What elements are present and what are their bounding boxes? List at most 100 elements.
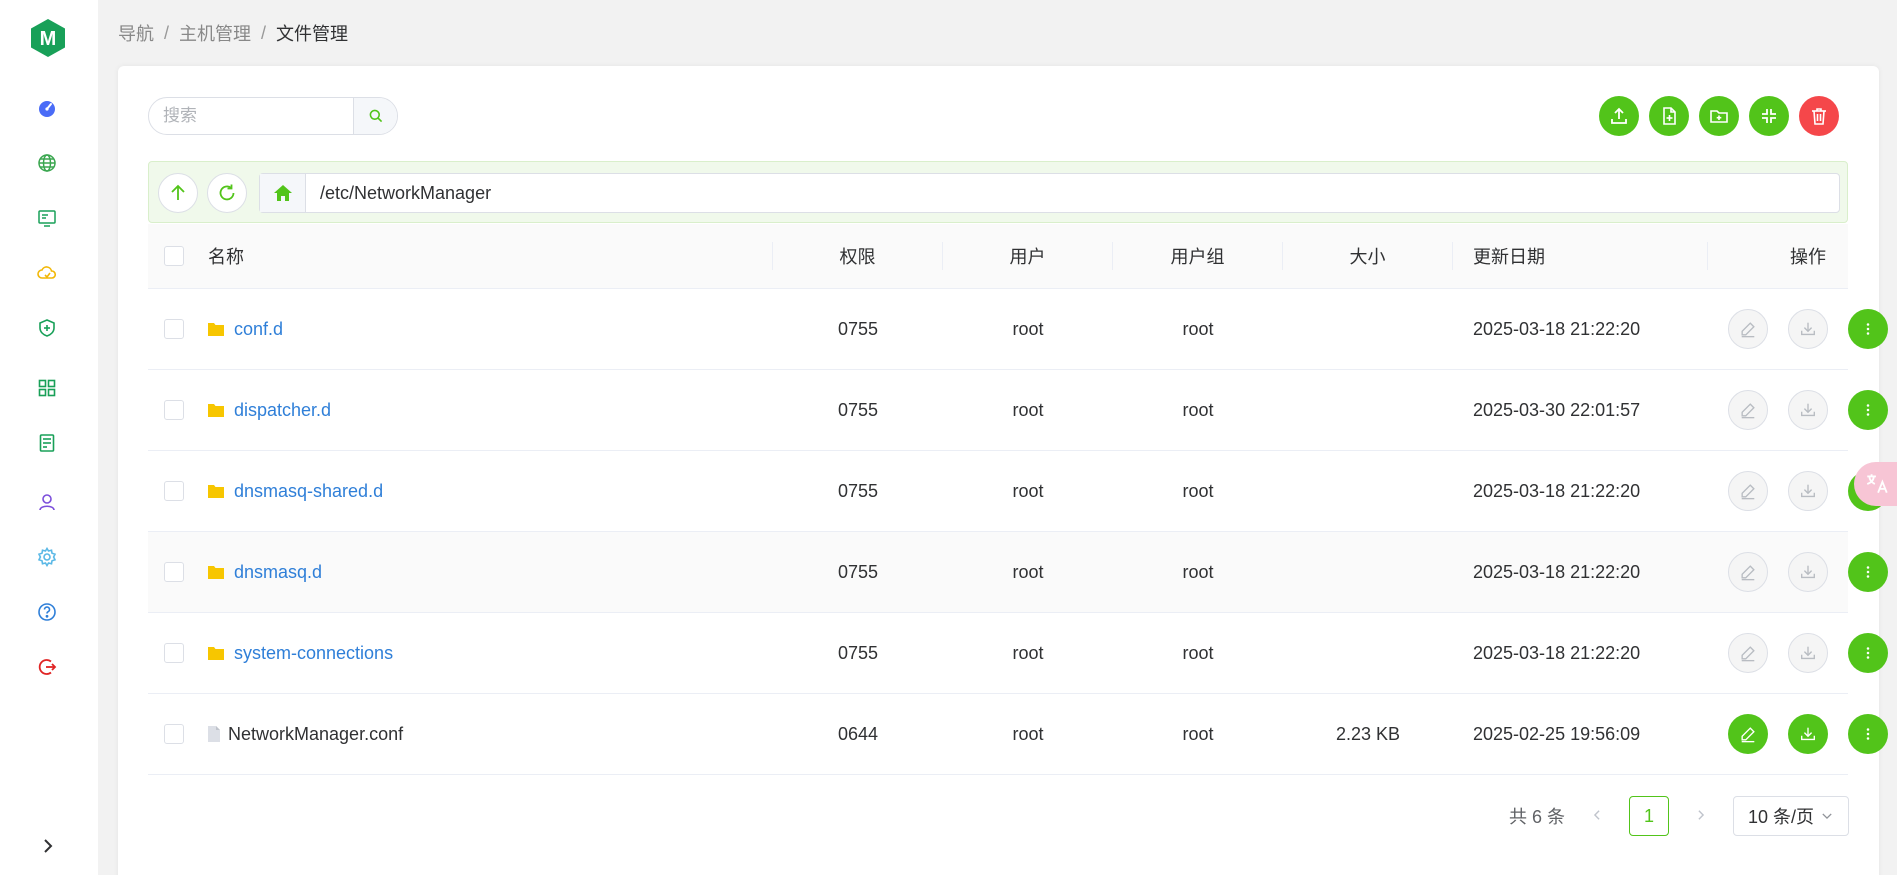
row-checkbox[interactable] <box>164 319 184 339</box>
search-button[interactable] <box>353 98 397 134</box>
search-input[interactable] <box>149 98 353 134</box>
new-folder-button[interactable] <box>1699 96 1739 136</box>
compress-button[interactable] <box>1749 96 1789 136</box>
more-button[interactable] <box>1848 633 1888 673</box>
more-button[interactable] <box>1848 552 1888 592</box>
new-file-icon <box>1663 107 1676 125</box>
home-icon <box>273 185 292 201</box>
breadcrumb-separator: / <box>261 22 267 43</box>
select-all-checkbox[interactable] <box>164 246 184 266</box>
download-button[interactable] <box>1788 309 1828 349</box>
file-manager-card: 名称 权限 用户 用户组 大小 更新日期 操作 conf.d 0755 root… <box>118 66 1888 875</box>
file-name-link[interactable]: conf.d <box>234 319 283 340</box>
file-name-link[interactable]: system-connections <box>234 643 393 664</box>
shield-icon[interactable] <box>36 317 58 339</box>
server-icon[interactable] <box>36 432 58 454</box>
breadcrumb-item-nav[interactable]: 导航 <box>118 20 154 46</box>
download-button[interactable] <box>1788 633 1828 673</box>
cell-date: 2025-03-18 21:22:20 <box>1473 318 1641 339</box>
cell-date: 2025-03-18 21:22:20 <box>1473 642 1641 663</box>
header-date[interactable]: 更新日期 <box>1453 242 1708 270</box>
next-page-button[interactable] <box>1689 806 1713 827</box>
apps-icon[interactable] <box>36 377 58 399</box>
path-input[interactable] <box>306 174 1839 212</box>
header-user[interactable]: 用户 <box>943 242 1113 270</box>
header-name[interactable]: 名称 <box>208 242 773 270</box>
download-button[interactable] <box>1788 714 1828 754</box>
cell-user: root <box>1012 399 1044 420</box>
download-icon <box>1801 403 1815 417</box>
more-button[interactable] <box>1848 309 1888 349</box>
header-group[interactable]: 用户组 <box>1113 242 1283 270</box>
download-icon <box>1801 727 1815 741</box>
cell-perm: 0755 <box>837 642 879 663</box>
delete-button[interactable] <box>1799 96 1839 136</box>
cell-size <box>1283 532 1453 612</box>
more-button[interactable] <box>1848 714 1888 754</box>
table-row: dnsmasq.d 0755 root root 2025-03-18 21:2… <box>148 532 1888 613</box>
edit-button[interactable] <box>1728 309 1768 349</box>
edit-button[interactable] <box>1728 390 1768 430</box>
breadcrumb-item-host[interactable]: 主机管理 <box>179 20 251 46</box>
logout-icon[interactable] <box>36 656 58 678</box>
page-size-select[interactable]: 10 条/页 <box>1733 796 1849 836</box>
row-checkbox[interactable] <box>164 562 184 582</box>
row-checkbox[interactable] <box>164 643 184 663</box>
file-name-link[interactable]: dnsmasq-shared.d <box>234 481 383 502</box>
header-size[interactable]: 大小 <box>1283 242 1453 270</box>
cell-group: root <box>1182 480 1214 501</box>
gear-icon[interactable] <box>36 546 58 568</box>
user-icon[interactable] <box>36 491 58 513</box>
row-checkbox[interactable] <box>164 481 184 501</box>
download-button[interactable] <box>1788 471 1828 511</box>
prev-page-button[interactable] <box>1585 806 1609 827</box>
more-button[interactable] <box>1848 390 1888 430</box>
new-folder-icon <box>1710 110 1728 123</box>
cell-perm: 0755 <box>837 561 879 582</box>
table-row: system-connections 0755 root root 2025-0… <box>148 613 1888 694</box>
search-box <box>148 97 398 135</box>
upload-icon <box>1611 107 1627 124</box>
edit-button[interactable] <box>1728 714 1768 754</box>
edit-button[interactable] <box>1728 471 1768 511</box>
page-1-button[interactable]: 1 <box>1629 796 1669 836</box>
download-icon <box>1801 322 1815 336</box>
host-icon[interactable] <box>36 207 58 229</box>
cell-group: root <box>1182 723 1214 744</box>
file-name-link[interactable]: NetworkManager.conf <box>228 724 403 745</box>
folder-icon <box>208 404 224 417</box>
header-ops: 操作 <box>1790 247 1826 267</box>
cell-user: root <box>1012 561 1044 582</box>
home-button[interactable] <box>260 174 306 212</box>
breadcrumb-separator: / <box>164 22 170 43</box>
globe-icon[interactable] <box>36 152 58 174</box>
file-name-link[interactable]: dispatcher.d <box>234 400 331 421</box>
upload-button[interactable] <box>1599 96 1639 136</box>
header-perm[interactable]: 权限 <box>773 242 943 270</box>
cell-date: 2025-03-18 21:22:20 <box>1473 561 1641 582</box>
cell-size <box>1283 451 1453 531</box>
edit-icon <box>1741 484 1755 500</box>
row-checkbox[interactable] <box>164 400 184 420</box>
folder-icon <box>208 647 224 660</box>
edit-button[interactable] <box>1728 633 1768 673</box>
edit-button[interactable] <box>1728 552 1768 592</box>
new-file-button[interactable] <box>1649 96 1689 136</box>
download-button[interactable] <box>1788 552 1828 592</box>
chevron-right-icon[interactable] <box>38 836 58 856</box>
row-checkbox[interactable] <box>164 724 184 744</box>
cloud-icon[interactable] <box>36 262 58 284</box>
refresh-button[interactable] <box>207 173 247 213</box>
help-icon[interactable] <box>36 601 58 623</box>
dashboard-icon[interactable] <box>36 97 58 119</box>
download-icon <box>1801 484 1815 498</box>
download-button[interactable] <box>1788 390 1828 430</box>
parent-dir-button[interactable] <box>158 173 198 213</box>
cell-perm: 0644 <box>837 723 879 744</box>
translate-icon <box>1866 474 1888 494</box>
app-logo[interactable]: M <box>30 18 66 58</box>
file-name-link[interactable]: dnsmasq.d <box>234 562 322 583</box>
translate-float-button[interactable] <box>1854 462 1897 506</box>
cell-user: root <box>1012 723 1044 744</box>
cell-date: 2025-02-25 19:56:09 <box>1473 723 1641 744</box>
